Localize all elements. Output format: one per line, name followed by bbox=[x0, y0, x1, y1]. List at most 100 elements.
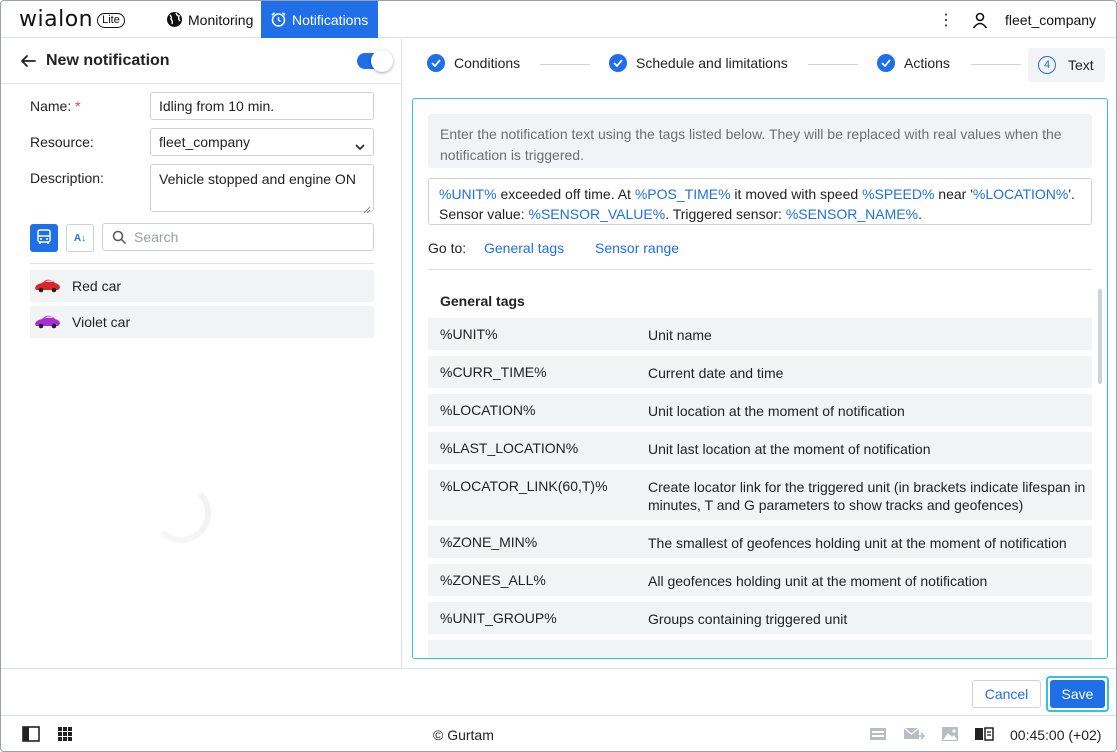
message-tag: %SPEED% bbox=[862, 186, 935, 202]
tag-description: Current date and time bbox=[648, 365, 784, 381]
mail-forward-icon[interactable] bbox=[903, 726, 926, 742]
scrollbar[interactable] bbox=[1098, 289, 1102, 384]
units-filter-button[interactable] bbox=[30, 224, 58, 252]
tag-row[interactable]: %LOCATION% Unit location at the moment o… bbox=[428, 394, 1092, 426]
nav-monitoring[interactable]: Monitoring bbox=[163, 1, 261, 38]
check-circle-icon bbox=[609, 54, 627, 72]
message-text: Sensor value: bbox=[439, 206, 529, 222]
tag-name: %ZONE_MIN% bbox=[440, 534, 538, 550]
tag-row[interactable]: %UNIT_GROUP% Groups containing triggered… bbox=[428, 602, 1092, 634]
required-mark: * bbox=[75, 98, 81, 114]
nav-notifications-label: Notifications bbox=[292, 11, 369, 28]
step-label: Text bbox=[1068, 57, 1094, 73]
step-label: Schedule and limitations bbox=[636, 55, 788, 71]
tag-row[interactable]: %ZONES_ALL% All geofences holding unit a… bbox=[428, 564, 1092, 596]
step-text[interactable]: 4 Text bbox=[1028, 48, 1105, 82]
tag-description: Unit location at the moment of notificat… bbox=[648, 403, 905, 419]
resource-value: fleet_company bbox=[159, 134, 251, 150]
search-icon bbox=[112, 230, 127, 245]
step-actions[interactable]: Actions bbox=[877, 54, 950, 72]
step-connector bbox=[971, 64, 1021, 65]
divider bbox=[428, 269, 1092, 270]
apps-grid-icon[interactable] bbox=[57, 726, 75, 742]
copyright: © Gurtam bbox=[433, 727, 494, 743]
left-panel-header: New notification bbox=[1, 39, 401, 84]
message-line-2: Sensor value: %SENSOR_VALUE%. Triggered … bbox=[439, 204, 1081, 224]
car-icon-violet bbox=[33, 315, 61, 329]
tag-row-partial bbox=[428, 640, 1092, 658]
name-field[interactable]: Idling from 10 min. bbox=[150, 92, 374, 120]
app-window: wialon Lite Monitoring Notifications ⋮ f… bbox=[0, 0, 1117, 752]
tag-name: %ZONES_ALL% bbox=[440, 572, 546, 588]
car-icon-red bbox=[33, 279, 61, 293]
clock: 00:45:00 (+02) bbox=[1010, 727, 1102, 743]
name-label: Name: * bbox=[30, 98, 81, 114]
unit-search bbox=[102, 223, 374, 251]
toggle-knob bbox=[371, 50, 393, 72]
tag-row[interactable]: %LAST_LOCATION% Unit last location at th… bbox=[428, 432, 1092, 464]
message-text: '. bbox=[1068, 186, 1075, 202]
save-button-focus-ring: Save bbox=[1046, 676, 1109, 712]
description-field[interactable]: Vehicle stopped and engine ON bbox=[150, 164, 374, 214]
sidebar-toggle-icon[interactable] bbox=[22, 726, 40, 742]
step-number: 4 bbox=[1038, 56, 1056, 74]
goto-general-tags-link[interactable]: General tags bbox=[484, 240, 564, 256]
tag-description: All geofences holding unit at the moment… bbox=[648, 573, 988, 589]
top-bar: wialon Lite Monitoring Notifications ⋮ f… bbox=[1, 1, 1116, 38]
message-text: . Triggered sensor: bbox=[665, 206, 786, 222]
book-icon[interactable] bbox=[974, 726, 994, 742]
tag-description: Create locator link for the triggered un… bbox=[648, 479, 1086, 513]
tag-row[interactable]: %ZONE_MIN% The smallest of geofences hol… bbox=[428, 526, 1092, 558]
user-menu[interactable]: fleet_company bbox=[971, 1, 1096, 38]
message-text: exceeded off time. At bbox=[496, 186, 635, 202]
cancel-button[interactable]: Cancel bbox=[972, 680, 1041, 708]
description-value: Vehicle stopped and engine ON bbox=[159, 171, 356, 187]
message-textarea[interactable]: %UNIT% exceeded off time. At %POS_TIME% … bbox=[428, 178, 1092, 225]
back-arrow-icon[interactable] bbox=[19, 52, 37, 70]
bus-icon bbox=[36, 228, 52, 248]
message-text: near ' bbox=[934, 186, 973, 202]
tag-row[interactable]: %CURR_TIME% Current date and time bbox=[428, 356, 1092, 388]
action-bar: Cancel Save bbox=[1, 668, 1116, 715]
message-line-1: %UNIT% exceeded off time. At %POS_TIME% … bbox=[439, 184, 1081, 204]
hint-text: Enter the notification text using the ta… bbox=[428, 114, 1092, 168]
check-circle-icon bbox=[877, 54, 895, 72]
resource-select[interactable]: fleet_company bbox=[150, 128, 374, 156]
unit-name: Red car bbox=[72, 278, 122, 294]
tag-row[interactable]: %UNIT% Unit name bbox=[428, 318, 1092, 350]
inbox-icon[interactable] bbox=[869, 726, 887, 742]
step-schedule[interactable]: Schedule and limitations bbox=[609, 54, 788, 72]
kebab-icon[interactable]: ⋮ bbox=[937, 9, 955, 31]
message-tag: %POS_TIME% bbox=[634, 186, 731, 202]
tag-description: The smallest of geofences holding unit a… bbox=[648, 535, 1067, 551]
step-connector bbox=[540, 64, 590, 65]
nav-monitoring-label: Monitoring bbox=[188, 11, 254, 28]
sort-az-icon: A↓ bbox=[73, 232, 87, 244]
search-input[interactable] bbox=[134, 224, 364, 250]
unit-item-red-car[interactable]: Red car bbox=[30, 270, 374, 302]
step-label: Conditions bbox=[454, 55, 521, 71]
logo[interactable]: wialon Lite bbox=[19, 7, 125, 33]
enabled-toggle[interactable] bbox=[357, 50, 393, 72]
resize-grip-icon[interactable] bbox=[363, 201, 371, 214]
image-icon[interactable] bbox=[941, 726, 959, 742]
step-conditions[interactable]: Conditions bbox=[427, 54, 520, 72]
nav-notifications[interactable]: Notifications bbox=[261, 1, 378, 38]
unit-name: Violet car bbox=[72, 314, 131, 330]
unit-item-violet-car[interactable]: Violet car bbox=[30, 306, 374, 338]
tag-name: %LOCATOR_LINK(60,T)% bbox=[440, 478, 608, 494]
tag-name: %LOCATION% bbox=[440, 402, 536, 418]
user-icon bbox=[971, 11, 989, 29]
goto-sensor-range-link[interactable]: Sensor range bbox=[595, 240, 679, 256]
sort-button[interactable]: A↓ bbox=[66, 224, 94, 252]
chevron-down-icon bbox=[355, 138, 365, 151]
tag-row[interactable]: %LOCATOR_LINK(60,T)% Create locator link… bbox=[428, 470, 1092, 520]
check-circle-icon bbox=[427, 54, 445, 72]
user-name: fleet_company bbox=[1005, 11, 1097, 28]
message-text: it moved with speed bbox=[730, 186, 863, 202]
message-tag: %SENSOR_VALUE% bbox=[528, 206, 666, 222]
message-tag: %UNIT% bbox=[439, 186, 497, 202]
save-button[interactable]: Save bbox=[1050, 680, 1105, 708]
goto-label: Go to: bbox=[428, 240, 467, 256]
step-connector bbox=[808, 64, 858, 65]
